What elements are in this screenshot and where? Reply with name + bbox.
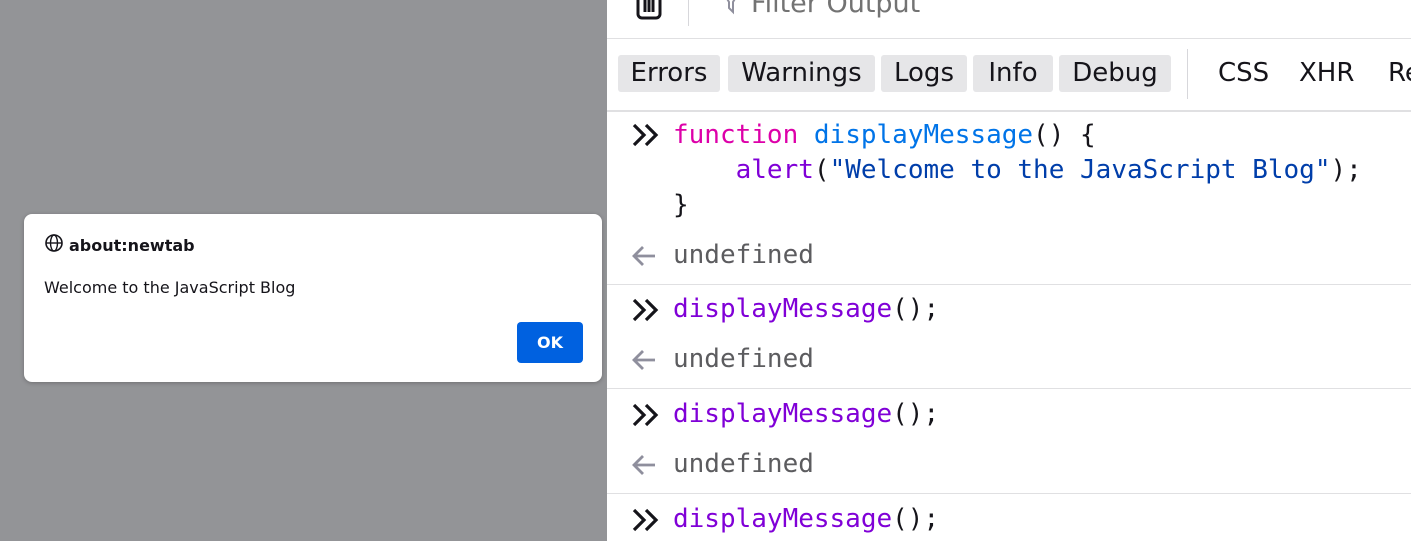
input-chevron-icon xyxy=(631,400,661,434)
web-console: Filter Output Errors Warnings Logs Info … xyxy=(607,0,1411,541)
code-call: alert xyxy=(735,155,814,185)
entry-separator xyxy=(607,388,1411,389)
code-keyword: function xyxy=(673,120,799,150)
alert-message: Welcome to the JavaScript Blog xyxy=(44,278,296,297)
toolbar-divider xyxy=(688,0,689,26)
code-closing-brace: } xyxy=(673,190,689,220)
input-chevron-icon xyxy=(631,295,661,329)
log-level-filters: Errors Warnings Logs Info Debug CSS XHR … xyxy=(607,39,1411,112)
console-input-line: function displayMessage() { xyxy=(673,118,1096,153)
globe-icon xyxy=(44,233,64,257)
trash-icon[interactable] xyxy=(635,0,663,24)
code-call: displayMessage xyxy=(673,504,893,534)
code-punctuation: (); xyxy=(892,294,940,324)
input-chevron-icon xyxy=(631,120,661,154)
filter-warnings[interactable]: Warnings xyxy=(728,55,875,92)
filter-css[interactable]: CSS xyxy=(1218,55,1269,92)
code-punctuation: (); xyxy=(892,504,940,534)
alert-origin: about:newtab xyxy=(69,235,195,255)
output-arrow-icon xyxy=(631,242,659,274)
code-punctuation: ( xyxy=(813,155,830,185)
entry-separator xyxy=(607,493,1411,494)
code-punctuation: () { xyxy=(1033,120,1096,150)
filter-icon xyxy=(721,0,741,20)
alert-dialog: about:newtab Welcome to the JavaScript B… xyxy=(24,214,602,382)
console-toolbar: Filter Output xyxy=(607,0,1411,39)
filter-errors[interactable]: Errors xyxy=(618,55,720,92)
console-input-line: alert("Welcome to the JavaScript Blog"); xyxy=(673,153,1362,188)
ok-button[interactable]: OK xyxy=(517,322,583,363)
filter-xhr[interactable]: XHR xyxy=(1299,55,1354,92)
entry-separator xyxy=(607,284,1411,285)
console-result: undefined xyxy=(673,344,814,374)
console-result: undefined xyxy=(673,449,814,479)
code-punctuation: (); xyxy=(892,399,940,429)
console-input-line: displayMessage(); xyxy=(673,397,939,432)
output-arrow-icon xyxy=(631,346,659,378)
filter-debug[interactable]: Debug xyxy=(1059,55,1171,92)
input-chevron-icon xyxy=(631,505,661,539)
console-input-line: displayMessage(); xyxy=(673,502,939,537)
filter-info[interactable]: Info xyxy=(973,55,1053,92)
code-call: displayMessage xyxy=(673,399,893,429)
code-punctuation: ); xyxy=(1330,155,1362,185)
code-function-name: displayMessage xyxy=(813,120,1034,150)
console-result: undefined xyxy=(673,240,814,270)
filter-logs[interactable]: Logs xyxy=(881,55,967,92)
console-input-line: displayMessage(); xyxy=(673,292,939,327)
filter-requests[interactable]: Re xyxy=(1388,55,1411,92)
alert-header: about:newtab xyxy=(44,233,195,257)
code-string: "Welcome to the JavaScript Blog" xyxy=(829,155,1331,185)
output-arrow-icon xyxy=(631,451,659,483)
code-call: displayMessage xyxy=(673,294,893,324)
filter-input[interactable]: Filter Output xyxy=(751,0,920,19)
filter-divider xyxy=(1187,49,1188,99)
dimmed-page-overlay: about:newtab Welcome to the JavaScript B… xyxy=(0,0,607,541)
